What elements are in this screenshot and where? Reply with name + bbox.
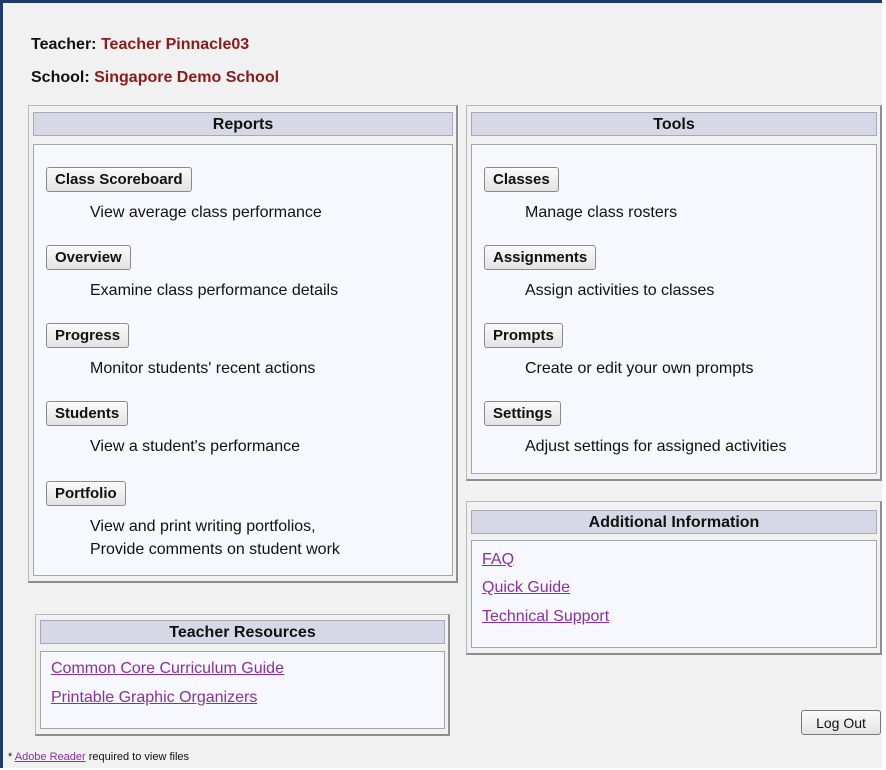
additional-info-title: Additional Information xyxy=(471,510,877,534)
additional-info-body: FAQ Quick Guide Technical Support xyxy=(471,540,877,648)
faq-link[interactable]: FAQ xyxy=(482,551,514,569)
tools-panel: Tools Classes Manage class rosters Assig… xyxy=(466,105,882,481)
portfolio-desc-2: Provide comments on student work xyxy=(90,541,340,558)
class-scoreboard-button[interactable]: Class Scoreboard xyxy=(46,167,192,192)
teacher-resources-body: Common Core Curriculum Guide Printable G… xyxy=(40,651,445,729)
school-label: School: xyxy=(31,69,90,86)
school-info: School: Singapore Demo School xyxy=(31,69,279,87)
overview-desc: Examine class performance details xyxy=(90,282,339,299)
tools-body: Classes Manage class rosters Assignments… xyxy=(471,144,877,474)
overview-button[interactable]: Overview xyxy=(46,245,131,270)
prompts-button[interactable]: Prompts xyxy=(484,323,563,348)
progress-desc: Monitor students' recent actions xyxy=(90,360,316,377)
teacher-resources-title: Teacher Resources xyxy=(40,620,445,644)
settings-desc: Adjust settings for assigned activities xyxy=(525,438,787,455)
footnote: * Adobe Reader required to view files xyxy=(8,751,189,763)
portfolio-desc: View and print writing portfolios, xyxy=(90,518,316,535)
teacher-name: Teacher Pinnacle03 xyxy=(100,36,250,53)
technical-support-link[interactable]: Technical Support xyxy=(482,608,609,626)
assignments-button[interactable]: Assignments xyxy=(484,245,597,270)
classes-button[interactable]: Classes xyxy=(484,167,559,192)
logout-button[interactable]: Log Out xyxy=(801,710,881,735)
assignments-desc: Assign activities to classes xyxy=(525,282,715,299)
students-button[interactable]: Students xyxy=(46,401,129,426)
prompts-desc: Create or edit your own prompts xyxy=(525,360,754,377)
teacher-resources-panel: Teacher Resources Common Core Curriculum… xyxy=(35,614,450,736)
additional-info-panel: Additional Information FAQ Quick Guide T… xyxy=(466,501,882,655)
teacher-info: Teacher: Teacher Pinnacle03 xyxy=(31,36,249,54)
classes-desc: Manage class rosters xyxy=(525,204,678,221)
portfolio-button[interactable]: Portfolio xyxy=(46,481,126,506)
school-name: Singapore Demo School xyxy=(94,69,280,86)
footnote-prefix: * xyxy=(8,751,15,763)
footnote-suffix: required to view files xyxy=(85,751,190,763)
quick-guide-link[interactable]: Quick Guide xyxy=(482,579,570,597)
adobe-reader-link[interactable]: Adobe Reader xyxy=(15,751,86,763)
tools-title: Tools xyxy=(471,112,877,136)
reports-title: Reports xyxy=(33,112,453,136)
graphic-organizers-link[interactable]: Printable Graphic Organizers xyxy=(51,689,257,707)
progress-button[interactable]: Progress xyxy=(46,323,130,348)
students-desc: View a student's performance xyxy=(90,438,300,455)
reports-body: Class Scoreboard View average class perf… xyxy=(33,144,453,576)
class-scoreboard-desc: View average class performance xyxy=(90,204,322,221)
teacher-label: Teacher: xyxy=(31,36,97,53)
page-frame: Teacher: Teacher Pinnacle03 School: Sing… xyxy=(0,0,882,768)
common-core-guide-link[interactable]: Common Core Curriculum Guide xyxy=(51,660,284,678)
settings-button[interactable]: Settings xyxy=(484,401,562,426)
reports-panel: Reports Class Scoreboard View average cl… xyxy=(28,105,458,583)
